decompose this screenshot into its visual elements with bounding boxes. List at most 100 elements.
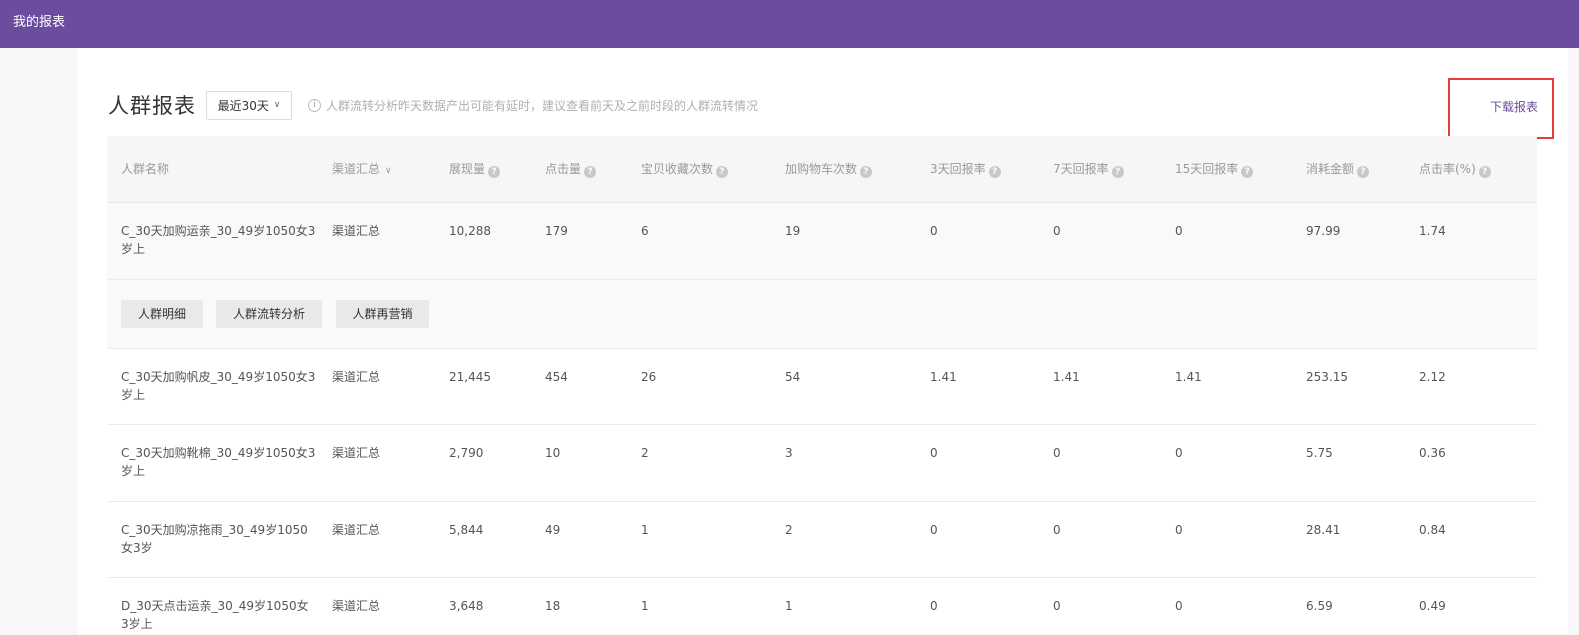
column-header-spend: 消耗金额? [1306,136,1370,203]
cell-roi-15d: 0 [1175,446,1183,460]
cell-cart-adds: 3 [785,446,793,460]
cell-roi-15d: 0 [1175,224,1183,238]
page-title: 人群报表 [108,94,196,118]
column-header-ctr: 点击率(%)? [1419,136,1491,203]
chevron-down-icon: ∨ [273,100,281,110]
cell-favorites: 2 [641,446,649,460]
cell-cart-adds: 19 [785,224,801,238]
column-header-name: 人群名称 [121,162,170,176]
cell-roi-7d: 0 [1053,599,1061,613]
cell-roi-3d: 0 [930,224,938,238]
cell-name[interactable]: C_30天加购凉拖雨_30_49岁1050女3岁 [121,521,316,557]
cell-roi-3d: 1.41 [930,370,957,384]
left-gutter [0,48,78,635]
cell-roi-3d: 0 [930,523,938,537]
data-delay-notice: i 人群流转分析昨天数据产出可能有延时，建议查看前天及之前时段的人群流转情况 [308,97,758,114]
cell-favorites: 26 [641,370,657,384]
cell-ctr: 2.12 [1419,370,1446,384]
table-row[interactable]: C_30天加购凉拖雨_30_49岁1050女3岁 渠道汇总 5,844 49 1… [107,502,1537,578]
cell-spend: 28.41 [1306,523,1341,537]
cell-roi-7d: 1.41 [1053,370,1080,384]
help-icon[interactable]: ? [1241,166,1254,178]
help-icon[interactable]: ? [716,166,729,178]
help-icon[interactable]: ? [488,166,501,178]
column-header-favorites: 宝贝收藏次数? [641,136,729,203]
help-icon[interactable]: ? [1478,166,1491,178]
cell-favorites: 1 [641,599,649,613]
main-content: 人群报表 最近30天 ∨ i 人群流转分析昨天数据产出可能有延时，建议查看前天及… [78,48,1568,635]
audience-flow-analysis-button[interactable]: 人群流转分析 [216,300,322,328]
cell-favorites: 1 [641,523,649,537]
help-icon[interactable]: ? [1357,166,1370,178]
cell-spend: 97.99 [1306,224,1341,238]
column-header-roi-3d: 3天回报率? [930,136,1001,203]
table-row[interactable]: D_30天点击运亲_30_49岁1050女3岁上 渠道汇总 3,648 18 1… [107,578,1537,635]
audience-report-table: 人群名称 渠道汇总 ∨ 展现量? 点击量? 宝贝收藏次数? 加购物车次数? 3天回… [107,136,1537,635]
cell-roi-15d: 1.41 [1175,370,1202,384]
table-row[interactable]: C_30天加购帆皮_30_49岁1050女3岁上 渠道汇总 21,445 454… [107,349,1537,425]
cell-spend: 5.75 [1306,446,1333,460]
audience-detail-button[interactable]: 人群明细 [121,300,203,328]
date-range-select[interactable]: 最近30天 ∨ [206,90,292,120]
table-header: 人群名称 渠道汇总 ∨ 展现量? 点击量? 宝贝收藏次数? 加购物车次数? 3天回… [107,136,1537,203]
cell-impressions: 10,288 [449,224,491,238]
table-row[interactable]: C_30天加购运亲_30_49岁1050女3岁上 渠道汇总 10,288 179… [107,203,1537,280]
cell-spend: 6.59 [1306,599,1333,613]
cell-roi-15d: 0 [1175,523,1183,537]
download-report-link[interactable]: 下载报表 [1490,98,1538,115]
cell-roi-15d: 0 [1175,599,1183,613]
cell-cart-adds: 2 [785,523,793,537]
cell-favorites: 6 [641,224,649,238]
top-bar: 我的报表 [0,0,1579,48]
cell-cart-adds: 54 [785,370,801,384]
date-range-value: 最近30天 [217,98,269,113]
cell-roi-7d: 0 [1053,523,1061,537]
cell-ctr: 1.74 [1419,224,1446,238]
cell-roi-7d: 0 [1053,446,1061,460]
column-header-roi-15d: 15天回报率? [1175,136,1254,203]
app-title: 我的报表 [13,15,66,30]
cell-impressions: 2,790 [449,446,484,460]
notice-text: 人群流转分析昨天数据产出可能有延时，建议查看前天及之前时段的人群流转情况 [326,98,759,113]
cell-clicks: 179 [545,224,568,238]
row-actions: 人群明细 人群流转分析 人群再营销 [107,280,1537,349]
cell-roi-3d: 0 [930,446,938,460]
cell-name[interactable]: C_30天加购靴棉_30_49岁1050女3岁上 [121,444,316,480]
cell-channel: 渠道汇总 [332,523,381,537]
cell-channel: 渠道汇总 [332,446,381,460]
help-icon[interactable]: ? [860,166,873,178]
cell-roi-3d: 0 [930,599,938,613]
cell-clicks: 10 [545,446,561,460]
report-header: 人群报表 最近30天 ∨ i 人群流转分析昨天数据产出可能有延时，建议查看前天及… [108,90,758,120]
cell-ctr: 0.36 [1419,446,1446,460]
column-header-roi-7d: 7天回报率? [1053,136,1124,203]
cell-clicks: 454 [545,370,568,384]
cell-impressions: 3,648 [449,599,484,613]
help-icon[interactable]: ? [584,166,597,178]
cell-channel: 渠道汇总 [332,599,381,613]
cell-name[interactable]: C_30天加购运亲_30_49岁1050女3岁上 [121,222,316,258]
cell-ctr: 0.84 [1419,523,1446,537]
cell-impressions: 21,445 [449,370,491,384]
cell-cart-adds: 1 [785,599,793,613]
table-row[interactable]: C_30天加购靴棉_30_49岁1050女3岁上 渠道汇总 2,790 10 2… [107,425,1537,502]
column-header-channel[interactable]: 渠道汇总 ∨ [332,136,392,203]
audience-remarketing-button[interactable]: 人群再营销 [336,300,429,328]
cell-ctr: 0.49 [1419,599,1446,613]
help-icon[interactable]: ? [988,166,1001,178]
cell-spend: 253.15 [1306,370,1348,384]
cell-name[interactable]: D_30天点击运亲_30_49岁1050女3岁上 [121,597,316,633]
cell-impressions: 5,844 [449,523,484,537]
info-icon: i [308,98,321,112]
help-icon[interactable]: ? [1111,166,1124,178]
column-header-cart-adds: 加购物车次数? [785,136,873,203]
cell-clicks: 18 [545,599,561,613]
column-header-impressions: 展现量? [449,136,501,203]
cell-roi-7d: 0 [1053,224,1061,238]
cell-name[interactable]: C_30天加购帆皮_30_49岁1050女3岁上 [121,368,316,404]
cell-channel: 渠道汇总 [332,370,381,384]
cell-clicks: 49 [545,523,561,537]
cell-channel: 渠道汇总 [332,224,381,238]
chevron-down-icon: ∨ [385,166,392,176]
column-header-clicks: 点击量? [545,136,597,203]
